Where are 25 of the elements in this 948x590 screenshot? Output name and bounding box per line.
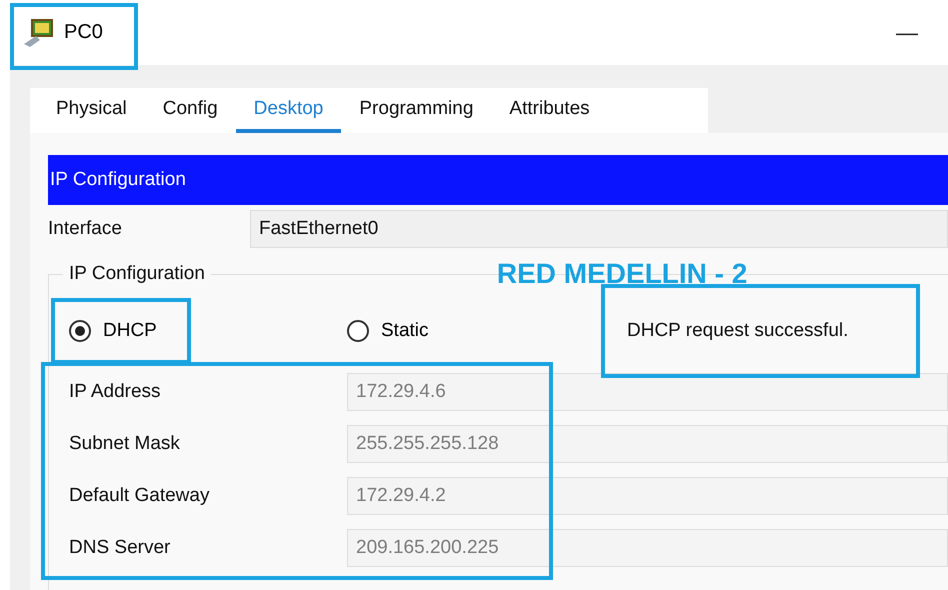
group-legend: IP Configuration [63, 263, 211, 285]
radio-button[interactable] [347, 320, 369, 342]
window-title: PC0 [64, 21, 103, 44]
field-label: IP Address [69, 381, 162, 403]
annotation-text: RED MEDELLIN - 2 [496, 258, 748, 290]
interface-field[interactable]: FastEthernet0 [250, 210, 948, 248]
minimize-button[interactable]: — [896, 20, 918, 46]
computer-icon [22, 18, 56, 48]
address-field[interactable]: 255.255.255.128 [347, 425, 948, 463]
tab[interactable]: Attributes [491, 88, 608, 133]
status-message: DHCP request successful. [627, 320, 848, 342]
field-label: DNS Server [69, 537, 172, 559]
radio-label[interactable]: DHCP [103, 320, 157, 342]
address-field[interactable]: 172.29.4.2 [347, 477, 948, 515]
tab[interactable]: Config [144, 88, 236, 133]
field-label: Default Gateway [69, 485, 210, 507]
field-label: Interface [48, 218, 123, 240]
tab[interactable]: Programming [341, 88, 492, 133]
section-header: IP Configuration [48, 155, 948, 205]
address-field[interactable]: 172.29.4.6 [347, 373, 948, 411]
address-field[interactable]: 209.165.200.225 [347, 529, 948, 567]
radio-button[interactable] [69, 320, 91, 342]
radio-label[interactable]: Static [381, 320, 429, 342]
field-label: Subnet Mask [69, 433, 181, 455]
tab[interactable]: Physical [38, 88, 145, 133]
